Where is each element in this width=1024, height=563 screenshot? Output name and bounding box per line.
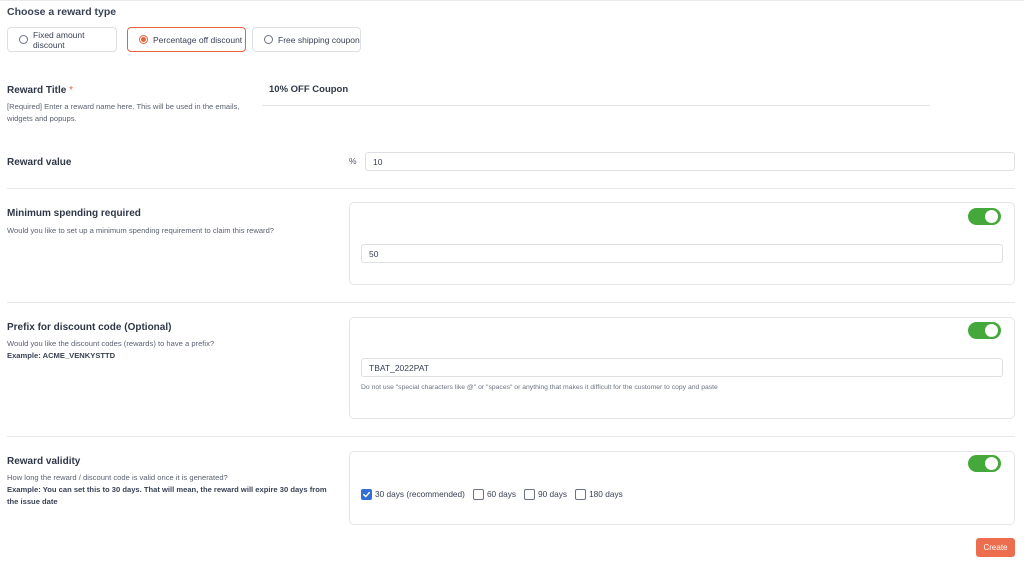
radio-circle-icon — [264, 35, 273, 44]
top-border — [0, 0, 1024, 1]
checkbox-icon[interactable] — [472, 488, 484, 500]
prefix-help: Would you like the discount codes (rewar… — [7, 339, 215, 360]
min-spend-toggle[interactable] — [968, 208, 1001, 225]
validity-label: Reward validity — [7, 456, 81, 467]
radio-circle-icon — [19, 35, 28, 44]
checkbox-checked-icon[interactable] — [361, 488, 372, 500]
min-spend-label: Minimum spending required — [7, 208, 141, 219]
validity-option-label: 60 days — [486, 489, 516, 499]
validity-option-90[interactable]: 90 days — [524, 488, 568, 500]
prefix-example: Example: ACME_VENKYSTTD — [7, 351, 116, 360]
validity-option-30[interactable]: 30 days (recommended) — [361, 488, 465, 500]
radio-fixed-amount[interactable]: Fixed amount discount — [7, 27, 117, 52]
percent-unit: % — [349, 156, 357, 166]
validity-option-60[interactable]: 60 days — [472, 488, 516, 500]
reward-title-label: Reward Title * — [7, 85, 73, 96]
prefix-input[interactable]: TBAT_2022PAT — [361, 358, 1003, 377]
create-button[interactable]: Create — [976, 538, 1015, 557]
checkbox-icon[interactable] — [575, 488, 587, 500]
radio-label: Fixed amount discount — [33, 29, 85, 50]
validity-option-label: 90 days — [538, 489, 568, 499]
reward-value-input[interactable]: 10 — [365, 152, 1015, 171]
validity-example: Example: You can set this to 30 days. Th… — [7, 485, 327, 506]
section-divider — [7, 302, 1015, 303]
checkbox-icon[interactable] — [524, 488, 535, 500]
radio-label: Free shipping coupon — [278, 34, 360, 45]
radio-selected-icon — [139, 35, 148, 44]
reward-title-input[interactable]: 10% OFF Coupon — [269, 84, 348, 95]
min-spend-input[interactable]: 50 — [361, 244, 1003, 263]
required-mark: * — [69, 85, 73, 96]
radio-label: Percentage off discount — [153, 34, 243, 45]
reward-value-label: Reward value — [7, 157, 72, 168]
prefix-label: Prefix for discount code (Optional) — [7, 322, 172, 333]
reward-title-help: [Required] Enter a reward name here. Thi… — [7, 102, 240, 123]
radio-percentage-off[interactable]: Percentage off discount — [127, 27, 246, 52]
validity-options: 30 days (recommended) 60 days 90 days 18… — [361, 487, 631, 501]
validity-help: How long the reward / discount code is v… — [7, 473, 327, 506]
prefix-note: Do not use "special characters like @" o… — [361, 384, 718, 391]
validity-toggle[interactable] — [968, 455, 1001, 472]
prefix-toggle[interactable] — [968, 322, 1001, 339]
reward-type-heading: Choose a reward type — [7, 6, 117, 18]
min-spend-help: Would you like to set up a minimum spend… — [7, 226, 275, 235]
radio-free-shipping[interactable]: Free shipping coupon — [252, 27, 361, 52]
validity-option-label: 30 days (recommended) — [375, 489, 465, 499]
section-divider — [7, 188, 1015, 189]
section-divider — [7, 436, 1015, 437]
validity-option-label: 180 days — [589, 489, 623, 499]
reward-title-underline — [262, 105, 930, 106]
validity-option-180[interactable]: 180 days — [575, 488, 623, 500]
